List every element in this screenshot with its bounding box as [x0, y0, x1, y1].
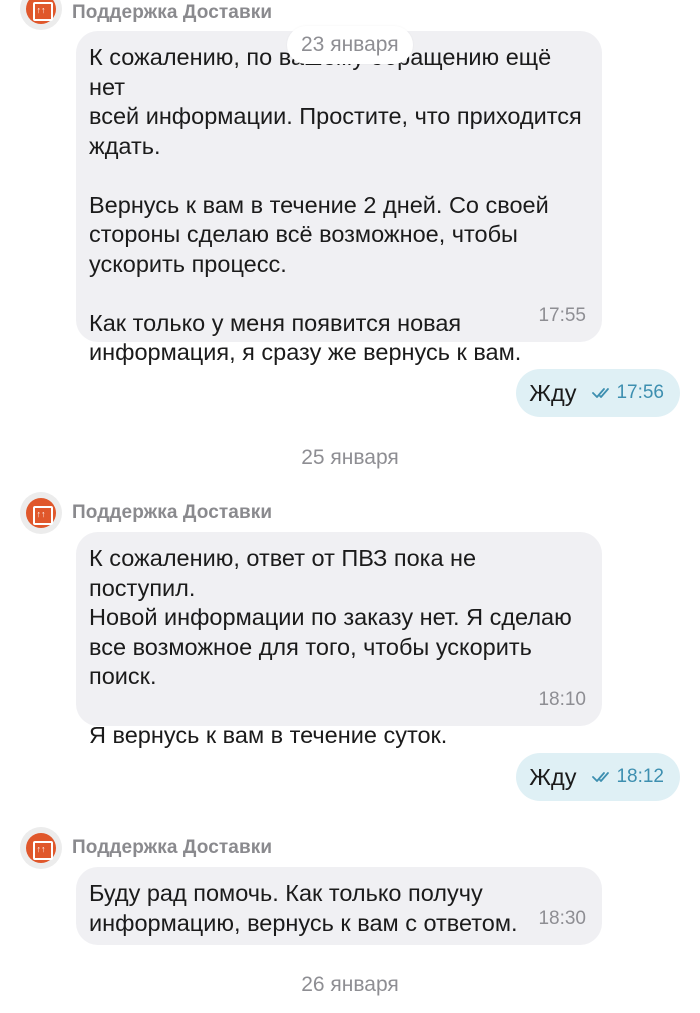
message-text: Жду [529, 379, 577, 406]
message-paragraph: Вернусь к вам в течение 2 дней. Со своей… [89, 191, 549, 277]
box-icon: ↑↑ [26, 0, 56, 24]
sender-name: Поддержка Доставки [72, 837, 273, 858]
double-check-icon [592, 772, 610, 782]
message-time: 18:12 [616, 766, 664, 787]
incoming-message[interactable]: К сожалению, по вашему обращению ещё нет… [76, 31, 602, 365]
box-icon: ↑↑ [26, 498, 56, 528]
outgoing-message[interactable]: Жду 18:12 [516, 753, 680, 801]
message-paragraph: Я вернусь к вам в течение суток. [89, 722, 448, 748]
message-text: Жду [529, 763, 577, 790]
date-separator: 25 января [301, 446, 399, 469]
incoming-message[interactable]: К сожалению, ответ от ПВЗ пока не поступ… [76, 532, 602, 748]
outgoing-message[interactable]: Жду 17:56 [516, 369, 680, 417]
sender-name: Поддержка Доставки [72, 2, 273, 23]
support-avatar[interactable]: ↑↑ [20, 492, 62, 534]
message-paragraph: Буду рад помочь. Как только получу инфор… [89, 880, 518, 936]
message-time: 17:55 [538, 304, 586, 326]
message-paragraph: Как только у меня появится новая информа… [89, 309, 522, 366]
message-paragraph: К сожалению, ответ от ПВЗ пока не поступ… [89, 545, 572, 689]
message-time: 17:56 [616, 382, 664, 403]
floating-date-pill: 23 января [287, 26, 413, 64]
sender-name: Поддержка Доставки [72, 502, 273, 523]
date-separator: 26 января [301, 973, 399, 996]
incoming-message[interactable]: Буду рад помочь. Как только получу инфор… [76, 867, 602, 945]
support-avatar[interactable]: ↑↑ [20, 0, 62, 30]
message-time: 18:10 [538, 688, 586, 710]
double-check-icon [592, 388, 610, 398]
message-time: 18:30 [538, 907, 586, 929]
box-icon: ↑↑ [26, 833, 56, 863]
support-avatar[interactable]: ↑↑ [20, 827, 62, 869]
